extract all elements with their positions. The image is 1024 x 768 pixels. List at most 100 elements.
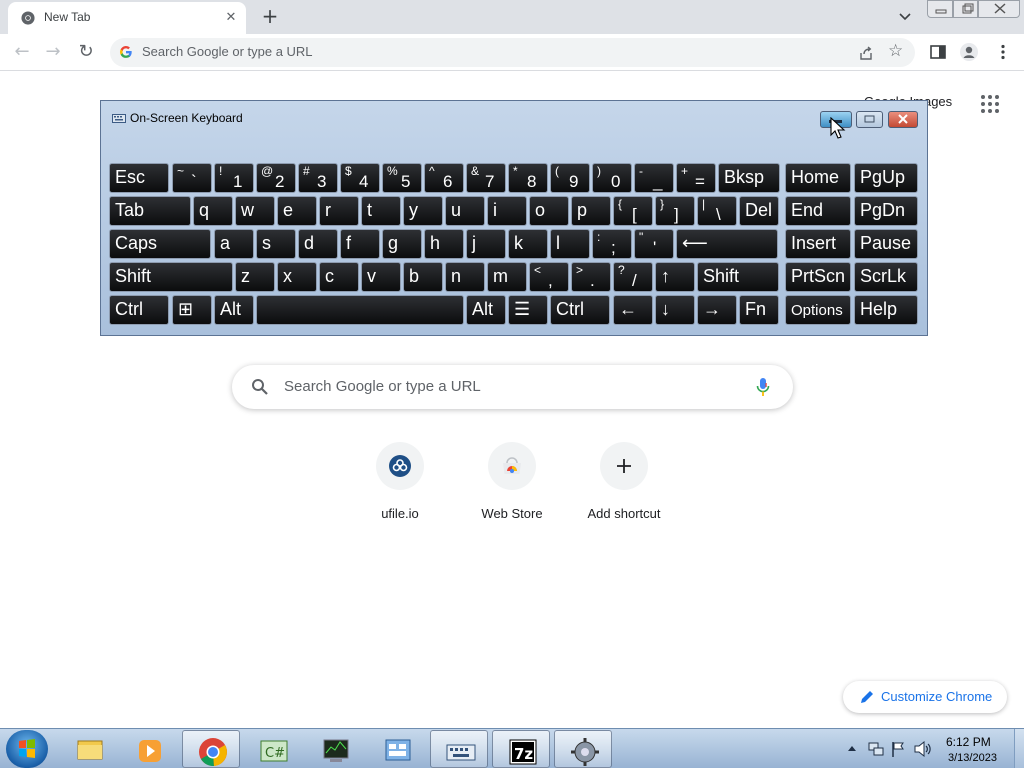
- clock-time[interactable]: 6:12 PM: [946, 735, 991, 749]
- taskbar-button-task-manager[interactable]: [306, 730, 364, 768]
- key-char-0-12[interactable]: - _: [634, 163, 674, 193]
- taskbar-button-7zip[interactable]: 7z: [492, 730, 550, 768]
- key-char-0-1[interactable]: ~ `: [172, 163, 212, 193]
- key-x[interactable]: x: [277, 262, 317, 292]
- key-j[interactable]: j: [466, 229, 506, 259]
- shortcut-web-store[interactable]: Web Store: [456, 442, 568, 532]
- key-space[interactable]: [256, 295, 464, 325]
- side-panel-icon[interactable]: [928, 42, 948, 62]
- key-shift[interactable]: Shift: [109, 262, 233, 292]
- tab-close-icon[interactable]: ✕: [222, 9, 240, 27]
- osk-close-button[interactable]: [888, 111, 918, 128]
- key-char-0-5[interactable]: $4: [340, 163, 380, 193]
- key-menu[interactable]: ☰: [508, 295, 548, 325]
- microphone-icon[interactable]: [755, 377, 771, 397]
- shortcut-ufile[interactable]: ufile.io: [344, 442, 456, 532]
- key-end[interactable]: End: [785, 196, 851, 226]
- key-n[interactable]: n: [445, 262, 485, 292]
- key-l[interactable]: l: [550, 229, 590, 259]
- key-char-2-11[interactable]: " ': [634, 229, 674, 259]
- action-center-flag-icon[interactable]: [891, 741, 905, 757]
- taskbar-button-settings-app[interactable]: [554, 730, 612, 768]
- ntp-search-box[interactable]: Search Google or type a URL: [232, 365, 793, 409]
- key-help[interactable]: Help: [854, 295, 918, 325]
- key-shift[interactable]: Shift: [697, 262, 779, 292]
- bookmark-star-icon[interactable]: ☆: [888, 41, 903, 61]
- window-restore-button[interactable]: [953, 0, 978, 18]
- key-t[interactable]: t: [361, 196, 401, 226]
- key-pgup[interactable]: PgUp: [854, 163, 918, 193]
- kebab-menu-icon[interactable]: [993, 42, 1013, 62]
- key-insert[interactable]: Insert: [785, 229, 851, 259]
- key-char-1-12[interactable]: }]: [655, 196, 695, 226]
- back-arrow-icon[interactable]: ←: [9, 39, 35, 65]
- key-options[interactable]: Options: [785, 295, 851, 325]
- key-q[interactable]: q: [193, 196, 233, 226]
- key-char-3-8[interactable]: <,: [529, 262, 569, 292]
- show-desktop-button[interactable]: [1014, 729, 1024, 768]
- key-char-0-10[interactable]: (9: [550, 163, 590, 193]
- key-a[interactable]: a: [214, 229, 254, 259]
- key-char-1-13[interactable]: | \: [697, 196, 737, 226]
- start-button[interactable]: [6, 730, 48, 768]
- key-s[interactable]: s: [256, 229, 296, 259]
- key-d[interactable]: d: [298, 229, 338, 259]
- key-g[interactable]: g: [382, 229, 422, 259]
- key-u[interactable]: u: [445, 196, 485, 226]
- key-left-arrow[interactable]: ←: [613, 295, 653, 325]
- key-char-0-4[interactable]: #3: [298, 163, 338, 193]
- taskbar-button-media-player[interactable]: [120, 730, 178, 768]
- key-pause[interactable]: Pause: [854, 229, 918, 259]
- key-bksp[interactable]: Bksp: [718, 163, 780, 193]
- key-down-arrow[interactable]: ↓: [655, 295, 695, 325]
- key-alt[interactable]: Alt: [214, 295, 254, 325]
- key-ctrl[interactable]: Ctrl: [550, 295, 610, 325]
- key-m[interactable]: m: [487, 262, 527, 292]
- osk-title-bar[interactable]: On-Screen Keyboard: [101, 101, 927, 133]
- key-esc[interactable]: Esc: [109, 163, 169, 193]
- key-r[interactable]: r: [319, 196, 359, 226]
- key-o[interactable]: o: [529, 196, 569, 226]
- key-char-0-13[interactable]: + =: [676, 163, 716, 193]
- key-prtscn[interactable]: PrtScn: [785, 262, 851, 292]
- key-y[interactable]: y: [403, 196, 443, 226]
- key-up-arrow[interactable]: ↑: [655, 262, 695, 292]
- key-char-0-11[interactable]: ) 0: [592, 163, 632, 193]
- chevron-down-icon[interactable]: [895, 8, 915, 26]
- key-w[interactable]: w: [235, 196, 275, 226]
- window-minimize-button[interactable]: [927, 0, 953, 18]
- key-caps[interactable]: Caps: [109, 229, 211, 259]
- key-windows[interactable]: ⊞: [172, 295, 212, 325]
- key-del[interactable]: Del: [739, 196, 779, 226]
- key-tab[interactable]: Tab: [109, 196, 191, 226]
- key-alt[interactable]: Alt: [466, 295, 506, 325]
- share-icon[interactable]: [858, 45, 874, 61]
- taskbar-button-csharp[interactable]: C#: [244, 730, 302, 768]
- forward-arrow-icon[interactable]: →: [40, 39, 66, 65]
- key-fn[interactable]: Fn: [739, 295, 779, 325]
- network-icon[interactable]: [868, 741, 884, 757]
- key-char-0-6[interactable]: % 5: [382, 163, 422, 193]
- key-scrlk[interactable]: ScrLk: [854, 262, 918, 292]
- key-v[interactable]: v: [361, 262, 401, 292]
- key-k[interactable]: k: [508, 229, 548, 259]
- key-char-0-9[interactable]: * 8: [508, 163, 548, 193]
- profile-avatar-icon[interactable]: [959, 42, 979, 62]
- key-ctrl[interactable]: Ctrl: [109, 295, 169, 325]
- key-p[interactable]: p: [571, 196, 611, 226]
- key-b[interactable]: b: [403, 262, 443, 292]
- key-char-0-7[interactable]: ^ 6: [424, 163, 464, 193]
- key-h[interactable]: h: [424, 229, 464, 259]
- window-close-button[interactable]: [978, 0, 1020, 18]
- key-i[interactable]: i: [487, 196, 527, 226]
- key-char-0-8[interactable]: & 7: [466, 163, 506, 193]
- key-char-3-10[interactable]: ? /: [613, 262, 653, 292]
- key-pgdn[interactable]: PgDn: [854, 196, 918, 226]
- tab-new-tab[interactable]: New Tab ✕: [8, 2, 246, 34]
- taskbar-button-on-screen-keyboard[interactable]: [430, 730, 488, 768]
- customize-chrome-button[interactable]: Customize Chrome: [843, 681, 1007, 713]
- key-e[interactable]: e: [277, 196, 317, 226]
- key-char-0-2[interactable]: ! 1: [214, 163, 254, 193]
- key-z[interactable]: z: [235, 262, 275, 292]
- taskbar-button-control-panel[interactable]: [368, 730, 426, 768]
